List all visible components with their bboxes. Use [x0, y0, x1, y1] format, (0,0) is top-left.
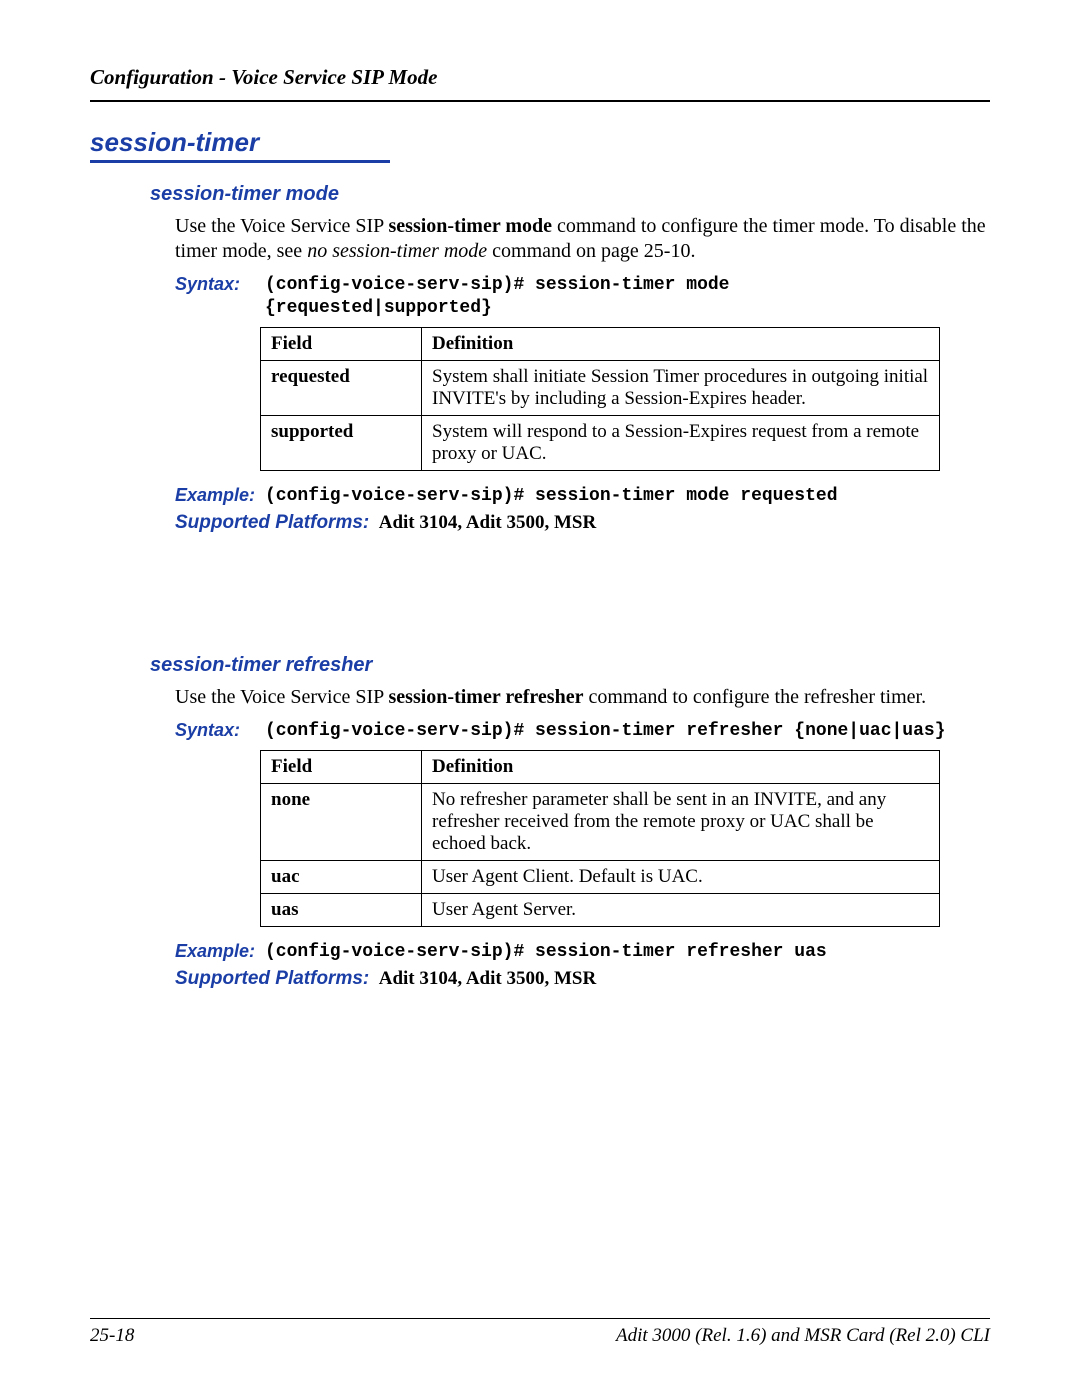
example-code: (config-voice-serv-sip)# session-timer r…: [265, 941, 827, 964]
syntax-label: Syntax:: [175, 274, 265, 319]
syntax-code: (config-voice-serv-sip)# session-timer m…: [265, 274, 729, 319]
table-row: none No refresher parameter shall be sen…: [261, 784, 940, 861]
td-definition: System will respond to a Session-Expires…: [422, 416, 940, 471]
syntax-row-refresher: Syntax: (config-voice-serv-sip)# session…: [175, 720, 990, 743]
example-row-mode: Example: (config-voice-serv-sip)# sessio…: [175, 485, 990, 508]
th-field: Field: [261, 751, 422, 784]
td-field: supported: [261, 416, 422, 471]
example-label: Example:: [175, 485, 265, 508]
intro-bold: session-timer refresher: [389, 686, 584, 708]
platforms-text: Adit 3104, Adit 3500, MSR: [379, 512, 596, 533]
platforms-label: Supported Platforms:: [175, 512, 369, 533]
example-row-refresher: Example: (config-voice-serv-sip)# sessio…: [175, 941, 990, 964]
table-row: uac User Agent Client. Default is UAC.: [261, 861, 940, 894]
intro-paragraph-mode: Use the Voice Service SIP session-timer …: [175, 214, 990, 264]
platforms-value: Adit 3104, Adit 3500, MSR: [374, 968, 596, 989]
main-heading: session-timer: [90, 127, 259, 158]
td-field: none: [261, 784, 422, 861]
intro-post: command on page 25-10.: [487, 240, 695, 262]
platforms-row-refresher: Supported Platforms: Adit 3104, Adit 350…: [175, 968, 990, 990]
td-definition: User Agent Client. Default is UAC.: [422, 861, 940, 894]
platforms-value: Adit 3104, Adit 3500, MSR: [374, 512, 596, 533]
page-header: Configuration - Voice Service SIP Mode: [90, 65, 990, 90]
intro-paragraph-refresher: Use the Voice Service SIP session-timer …: [175, 685, 990, 710]
subheading-refresher: session-timer refresher: [150, 654, 990, 677]
intro-bold: session-timer mode: [389, 215, 553, 237]
intro-mid: command to configure the refresher timer…: [583, 686, 926, 708]
th-field: Field: [261, 328, 422, 361]
example-code: (config-voice-serv-sip)# session-timer m…: [265, 485, 838, 508]
syntax-code: (config-voice-serv-sip)# session-timer r…: [265, 720, 946, 743]
syntax-row-mode: Syntax: (config-voice-serv-sip)# session…: [175, 274, 990, 319]
td-definition: User Agent Server.: [422, 894, 940, 927]
platforms-label: Supported Platforms:: [175, 968, 369, 989]
subheading-mode: session-timer mode: [150, 183, 990, 206]
th-definition: Definition: [422, 751, 940, 784]
page-footer: 25-18 Adit 3000 (Rel. 1.6) and MSR Card …: [90, 1318, 990, 1347]
intro-pre: Use the Voice Service SIP: [175, 686, 389, 708]
page-number: 25-18: [90, 1325, 134, 1347]
th-definition: Definition: [422, 328, 940, 361]
book-title: Adit 3000 (Rel. 1.6) and MSR Card (Rel 2…: [616, 1325, 990, 1347]
platforms-row-mode: Supported Platforms: Adit 3104, Adit 350…: [175, 512, 990, 534]
table-row: uas User Agent Server.: [261, 894, 940, 927]
definitions-table-refresher: Field Definition none No refresher param…: [260, 750, 940, 927]
table-header-row: Field Definition: [261, 328, 940, 361]
main-heading-underline: [90, 160, 390, 163]
td-definition: No refresher parameter shall be sent in …: [422, 784, 940, 861]
syntax-label: Syntax:: [175, 720, 265, 743]
td-field: requested: [261, 361, 422, 416]
table-row: requested System shall initiate Session …: [261, 361, 940, 416]
td-field: uac: [261, 861, 422, 894]
example-label: Example:: [175, 941, 265, 964]
td-field: uas: [261, 894, 422, 927]
table-header-row: Field Definition: [261, 751, 940, 784]
td-definition: System shall initiate Session Timer proc…: [422, 361, 940, 416]
platforms-text: Adit 3104, Adit 3500, MSR: [379, 968, 596, 989]
intro-italic: no session-timer mode: [307, 240, 487, 262]
table-row: supported System will respond to a Sessi…: [261, 416, 940, 471]
definitions-table-mode: Field Definition requested System shall …: [260, 327, 940, 471]
intro-pre: Use the Voice Service SIP: [175, 215, 389, 237]
header-rule: [90, 100, 990, 102]
